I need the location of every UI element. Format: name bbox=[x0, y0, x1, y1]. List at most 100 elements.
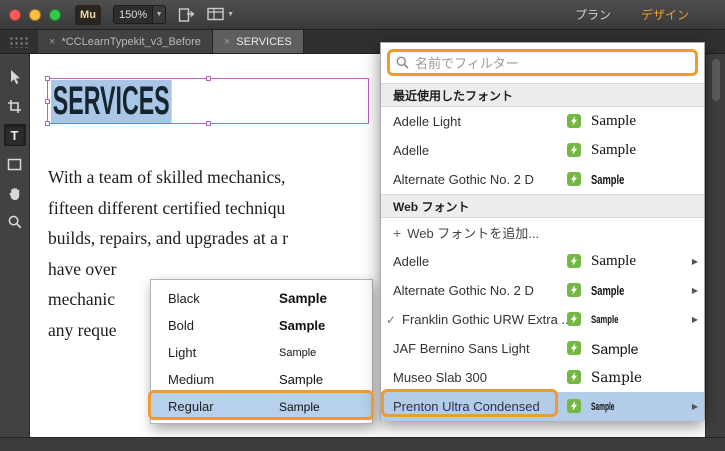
minimize-window-button[interactable] bbox=[29, 8, 41, 21]
traffic-lights bbox=[9, 8, 61, 21]
toolbar-grip bbox=[0, 30, 38, 53]
page-heading: SERVICES bbox=[51, 80, 259, 123]
font-sample: Sample bbox=[591, 313, 619, 326]
muse-logo: Mu bbox=[75, 4, 101, 25]
add-web-fonts-label: Web フォントを追加... bbox=[407, 226, 540, 241]
zoom-level-control[interactable]: 150% bbox=[113, 5, 154, 24]
font-filter-area: 名前でフィルター bbox=[381, 43, 704, 83]
rectangle-tool-button[interactable] bbox=[4, 153, 26, 175]
menu-item-light[interactable]: Light Sample bbox=[151, 339, 372, 366]
zoom-tool-button[interactable] bbox=[4, 211, 26, 233]
font-name: Alternate Gothic No. 2 D bbox=[393, 283, 534, 298]
add-web-fonts-row[interactable]: + Web フォントを追加... bbox=[381, 218, 704, 247]
font-name: JAF Bernino Sans Light bbox=[393, 341, 530, 356]
font-sample: Sample bbox=[591, 400, 615, 413]
checkmark-icon: ✓ bbox=[386, 312, 397, 327]
typekit-sync-icon bbox=[567, 283, 581, 297]
menu-item-regular[interactable]: Regular Sample bbox=[151, 393, 372, 420]
tools-panel: T bbox=[0, 54, 30, 437]
title-toolbar: Mu 150% ▼ ▼ プラン デザイン bbox=[0, 0, 725, 30]
crop-tool-button[interactable] bbox=[4, 95, 26, 117]
magnifier-icon bbox=[8, 215, 21, 229]
heading-text-frame[interactable]: SERVICES bbox=[45, 76, 369, 126]
font-row-adelle-web[interactable]: Adelle Sample ▶ bbox=[381, 247, 704, 276]
font-sample: Sample bbox=[591, 113, 636, 129]
weight-sample: Sample bbox=[279, 291, 328, 306]
tab-cclearntypekit[interactable]: × *CCLearnTypekit_v3_Before bbox=[38, 30, 213, 53]
weight-label: Regular bbox=[168, 399, 214, 414]
font-sample: Sample bbox=[591, 283, 625, 298]
zoom-level-value: 150% bbox=[119, 8, 148, 21]
text-tool-icon: T bbox=[10, 127, 19, 143]
font-name: Adelle bbox=[393, 143, 430, 158]
font-row-alternate-gothic-web[interactable]: Alternate Gothic No. 2 D Sample ▶ bbox=[381, 276, 704, 305]
font-row-museo-slab[interactable]: Museo Slab 300 Sample bbox=[381, 363, 704, 392]
grip-dots-icon bbox=[9, 35, 29, 48]
font-picker-panel: 名前でフィルター 最近使用したフォント Adelle Light Sample … bbox=[380, 42, 705, 421]
font-sample: Sample bbox=[591, 369, 643, 386]
close-window-button[interactable] bbox=[9, 8, 21, 21]
typekit-sync-icon bbox=[567, 341, 581, 355]
typekit-sync-icon bbox=[567, 399, 581, 413]
zoom-window-button[interactable] bbox=[49, 8, 61, 21]
font-row-adelle-light[interactable]: Adelle Light Sample bbox=[381, 107, 704, 136]
body-line: With a team of skilled mechanics, bbox=[48, 167, 286, 187]
font-name: Alternate Gothic No. 2 D bbox=[393, 172, 534, 187]
zoom-dropdown-caret[interactable]: ▼ bbox=[153, 5, 167, 24]
frame-handle[interactable] bbox=[45, 99, 50, 104]
font-row-jaf-bernino[interactable]: JAF Bernino Sans Light Sample bbox=[381, 334, 704, 363]
tab-label: SERVICES bbox=[236, 35, 292, 48]
menu-item-medium[interactable]: Medium Sample bbox=[151, 366, 372, 393]
search-icon bbox=[396, 56, 409, 69]
submenu-chevron-icon: ▶ bbox=[691, 286, 698, 295]
web-fonts-header: Web フォント bbox=[381, 194, 704, 218]
design-mode-link[interactable]: デザイン bbox=[641, 6, 689, 23]
font-row-adelle[interactable]: Adelle Sample bbox=[381, 136, 704, 165]
font-row-franklin-gothic[interactable]: ✓ Franklin Gothic URW Extra ... Sample ▶ bbox=[381, 305, 704, 334]
close-tab-icon[interactable]: × bbox=[49, 36, 55, 48]
font-name: Adelle bbox=[393, 254, 430, 269]
submenu-chevron-icon: ▶ bbox=[691, 315, 698, 324]
plus-icon: + bbox=[393, 224, 402, 241]
weight-sample: Sample bbox=[279, 318, 326, 333]
typekit-sync-icon bbox=[567, 143, 581, 157]
close-tab-icon[interactable]: × bbox=[224, 36, 230, 48]
chevron-down-icon: ▼ bbox=[227, 11, 235, 18]
adobe-muse-window: Mu 150% ▼ ▼ プラン デザイン × *CCLearnTypekit_v… bbox=[0, 0, 725, 451]
page-arrow-icon bbox=[178, 7, 195, 22]
selection-tool-button[interactable] bbox=[4, 66, 26, 88]
weight-label: Bold bbox=[168, 318, 195, 333]
selected-heading-text[interactable]: SERVICES bbox=[51, 80, 172, 123]
font-sample: Sample bbox=[591, 142, 636, 158]
menu-item-black[interactable]: Black Sample bbox=[151, 285, 372, 312]
frame-handle[interactable] bbox=[45, 76, 50, 81]
frame-handle[interactable] bbox=[45, 121, 50, 126]
weight-label: Medium bbox=[168, 372, 215, 387]
typekit-sync-icon bbox=[567, 370, 581, 384]
weight-label: Light bbox=[168, 345, 197, 360]
plan-mode-link[interactable]: プラン bbox=[575, 6, 611, 23]
weight-sample: Sample bbox=[279, 372, 324, 387]
font-row-prenton-ultra-condensed[interactable]: Prenton Ultra Condensed Sample ▶ bbox=[381, 392, 704, 421]
vertical-scrollbar[interactable] bbox=[712, 59, 720, 101]
layout-mode-button[interactable]: ▼ bbox=[207, 7, 234, 22]
right-panel-edge bbox=[705, 54, 725, 437]
font-name: Prenton Ultra Condensed bbox=[393, 399, 540, 414]
hand-tool-button[interactable] bbox=[4, 182, 26, 204]
typekit-sync-icon bbox=[567, 254, 581, 268]
preview-page-button[interactable] bbox=[178, 7, 195, 23]
recent-fonts-header: 最近使用したフォント bbox=[381, 83, 704, 107]
body-line: fifteen different certified techniqu bbox=[48, 197, 286, 218]
submenu-chevron-icon: ▶ bbox=[691, 257, 698, 266]
font-name: Adelle Light bbox=[393, 114, 461, 129]
layout-grid-icon bbox=[207, 7, 224, 21]
font-row-alternate-gothic[interactable]: Alternate Gothic No. 2 D Sample bbox=[381, 165, 704, 194]
tab-services[interactable]: × SERVICES bbox=[212, 30, 304, 53]
text-tool-button[interactable]: T bbox=[3, 124, 26, 146]
menu-item-bold[interactable]: Bold Sample bbox=[151, 312, 372, 339]
tab-label: *CCLearnTypekit_v3_Before bbox=[61, 35, 201, 48]
font-name: Franklin Gothic URW Extra ... bbox=[402, 312, 570, 327]
font-sample: Sample bbox=[591, 253, 636, 269]
font-weight-menu: Black Sample Bold Sample Light Sample Me… bbox=[150, 279, 373, 424]
font-filter-input[interactable]: 名前でフィルター bbox=[387, 49, 698, 76]
